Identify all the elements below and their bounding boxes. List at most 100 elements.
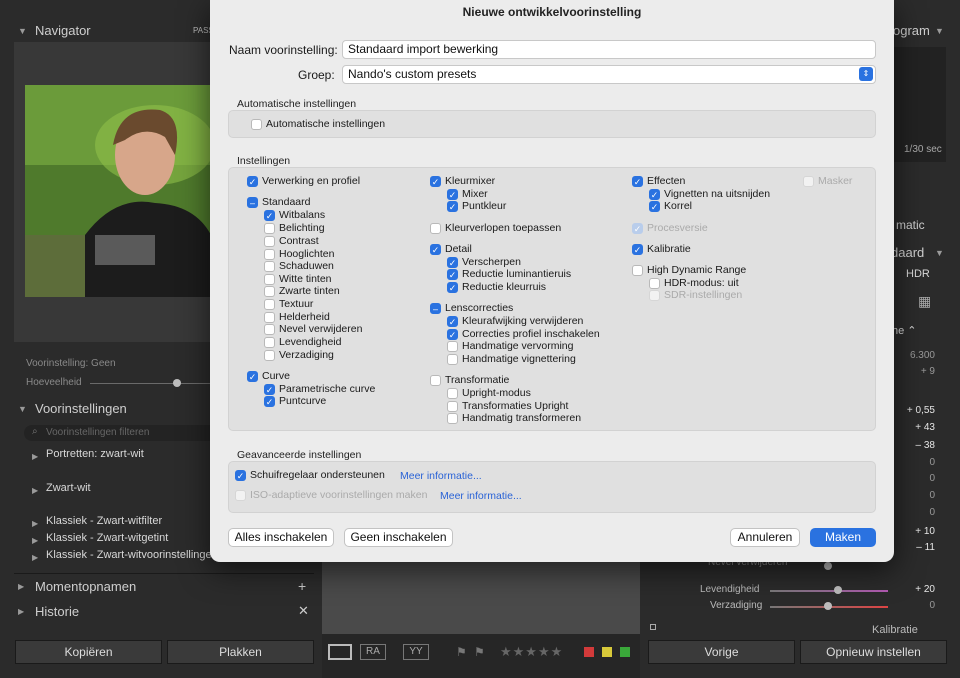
basic-checkbox[interactable]: – Standaard (247, 196, 310, 208)
settings-section-box: ✓ Verwerking en profiel – Standaard ✓ Witba… (228, 167, 876, 431)
detail-checkbox[interactable]: ✓ Detail (430, 243, 472, 255)
color-grading-checkbox[interactable]: Kleurverlopen toepassen (430, 222, 561, 234)
vibrance-slider[interactable] (770, 590, 888, 592)
transform-checkbox[interactable]: Transformatie (430, 374, 509, 386)
manual-transform-checkbox[interactable]: Handmatig transformeren (447, 412, 581, 424)
star-rating-icon[interactable]: ★★★★★ (500, 644, 563, 660)
chromatic-aberration-checkbox[interactable]: ✓ Kleurafwijking verwijderen (447, 315, 583, 327)
grain-checkbox[interactable]: ✓ Korrel (649, 200, 692, 212)
shadows-checkbox[interactable]: Schaduwen (264, 260, 334, 272)
manual-vignetting-checkbox[interactable]: Handmatige vignettering (447, 353, 576, 365)
mixer-checkbox[interactable]: ✓ Mixer (447, 188, 488, 200)
reset-button[interactable]: Opnieuw instellen (800, 640, 947, 664)
manual-distortion-checkbox[interactable]: Handmatige vervorming (447, 340, 573, 352)
expand-icon[interactable]: ▶ (32, 452, 38, 461)
history-title[interactable]: Historie (35, 604, 79, 619)
clarity-value: + 10 (915, 526, 935, 537)
preset-name-input[interactable]: Standaard import bewerking (342, 40, 876, 59)
compare-icon[interactable]: YY (403, 644, 429, 660)
clear-history-icon[interactable]: ✕ (298, 603, 309, 619)
hdr-button[interactable]: HDR (906, 268, 930, 280)
auto-section-box: Automatische instellingen (228, 110, 876, 138)
saturation-checkbox[interactable]: Verzadiging (264, 349, 334, 361)
collapse-presets-icon[interactable]: ▼ (18, 404, 27, 414)
color-noise-checkbox[interactable]: ✓ Reductie kleurruis (447, 281, 546, 293)
clarity-checkbox[interactable]: Helderheid (264, 311, 330, 323)
color-mixer-checkbox[interactable]: ✓ Kleurmixer (430, 175, 495, 187)
color-label-red-icon[interactable] (584, 647, 594, 657)
presets-filter-placeholder: Voorinstellingen filteren (46, 427, 150, 438)
upright-transforms-checkbox[interactable]: Transformaties Upright (447, 400, 568, 412)
effects-checkbox[interactable]: ✓ Effecten (632, 175, 685, 187)
loupe-view-icon[interactable] (328, 644, 352, 660)
make-button[interactable]: Maken (810, 528, 876, 547)
panel-toggle-icon[interactable] (650, 624, 656, 630)
point-color-checkbox[interactable]: ✓ Puntkleur (447, 200, 506, 212)
snapshots-title[interactable]: Momentopnamen (35, 579, 136, 594)
expand-icon[interactable]: ▶ (32, 553, 38, 562)
highlights-checkbox[interactable]: Hooglichten (264, 248, 334, 260)
point-curve-checkbox[interactable]: ✓ Puntcurve (264, 395, 326, 407)
texture-checkbox[interactable]: Textuur (264, 298, 313, 310)
expand-icon[interactable]: ▶ (32, 536, 38, 545)
amount-slider-knob[interactable] (173, 379, 181, 387)
color-label-yellow-icon[interactable] (602, 647, 612, 657)
slider-support-checkbox[interactable]: ✓ Schuifregelaar ondersteunen (235, 469, 385, 481)
white-balance-checkbox[interactable]: ✓ Witbalans (264, 209, 325, 221)
processing-profile-checkbox[interactable]: ✓ Verwerking en profiel (247, 175, 360, 187)
previous-button[interactable]: Vorige (648, 640, 795, 664)
more-info-link[interactable]: Meer informatie... (440, 490, 522, 502)
before-after-icon[interactable]: RA (360, 644, 386, 660)
calibration-title[interactable]: Kalibratie (872, 624, 918, 636)
vibrance-knob[interactable] (834, 586, 842, 594)
enable-all-button[interactable]: Alles inschakelen (228, 528, 334, 547)
preset-group-item[interactable]: Klassiek - Zwart-witgetint (46, 532, 168, 544)
hdr-checkbox[interactable]: High Dynamic Range (632, 264, 746, 276)
blacks-checkbox[interactable]: Zwarte tinten (264, 285, 340, 297)
contrast-checkbox[interactable]: Contrast (264, 235, 319, 247)
preset-group-item[interactable]: Portretten: zwart-wit (46, 448, 144, 460)
expand-snapshots-icon[interactable]: ▶ (18, 582, 24, 591)
preset-group-item[interactable]: Klassiek - Zwart-witvoorinstellingen (46, 549, 218, 561)
enable-none-button[interactable]: Geen inschakelen (344, 528, 453, 547)
curve-checkbox[interactable]: ✓ Curve (247, 370, 290, 382)
flag-icon[interactable]: ⚑ (456, 645, 467, 659)
more-info-link[interactable]: Meer informatie... (400, 470, 482, 482)
expand-icon[interactable]: ▶ (32, 486, 38, 495)
expand-icon[interactable]: ▶ (32, 519, 38, 528)
auto-settings-checkbox[interactable]: Automatische instellingen (251, 118, 385, 130)
profile-corrections-checkbox[interactable]: ✓ Correcties profiel inschakelen (447, 328, 600, 340)
sdr-settings-checkbox: SDR-instellingen (649, 289, 742, 301)
grid-icon[interactable]: ▦ (918, 293, 931, 310)
saturation-knob[interactable] (824, 602, 832, 610)
parametric-curve-checkbox[interactable]: ✓ Parametrische curve (264, 383, 375, 395)
post-crop-vignetting-checkbox[interactable]: ✓ Vignetten na uitsnijden (649, 188, 770, 200)
lens-corrections-checkbox[interactable]: – Lenscorrecties (430, 302, 513, 314)
preset-group-item[interactable]: Zwart-wit (46, 482, 91, 494)
collapse-navigator-icon[interactable]: ▼ (18, 26, 27, 36)
group-select[interactable]: Nando's custom presets ⇕ (342, 65, 876, 84)
reject-flag-icon[interactable]: ⚑ (474, 645, 485, 659)
whites-value: 0 (929, 473, 935, 484)
paste-button[interactable]: Plakken (167, 640, 314, 664)
preset-group-item[interactable]: Klassiek - Zwart-witfilter (46, 515, 162, 527)
add-snapshot-icon[interactable]: + (298, 578, 306, 594)
sharpening-checkbox[interactable]: ✓ Verscherpen (447, 256, 521, 268)
vibrance-value: + 20 (915, 584, 935, 595)
luminance-noise-checkbox[interactable]: ✓ Reductie luminantieruis (447, 268, 571, 280)
collapse-basic-icon[interactable]: ▼ (935, 248, 944, 258)
calibration-checkbox[interactable]: ✓ Kalibratie (632, 243, 691, 255)
hdr-mode-checkbox[interactable]: HDR-modus: uit (649, 277, 739, 289)
upright-mode-checkbox[interactable]: Upright-modus (447, 387, 531, 399)
profile-label[interactable]: he ⌃ (892, 324, 917, 337)
whites-checkbox[interactable]: Witte tinten (264, 273, 332, 285)
dehaze-checkbox[interactable]: Nevel verwijderen (264, 323, 362, 335)
cancel-button[interactable]: Annuleren (730, 528, 800, 547)
expand-history-icon[interactable]: ▶ (18, 607, 24, 616)
color-label-green-icon[interactable] (620, 647, 630, 657)
vibrance-checkbox[interactable]: Levendigheid (264, 336, 341, 348)
dehaze-knob[interactable] (824, 562, 832, 570)
collapse-histogram-icon[interactable]: ▼ (935, 26, 944, 36)
exposure-checkbox[interactable]: Belichting (264, 222, 325, 234)
copy-button[interactable]: Kopiëren (15, 640, 162, 664)
